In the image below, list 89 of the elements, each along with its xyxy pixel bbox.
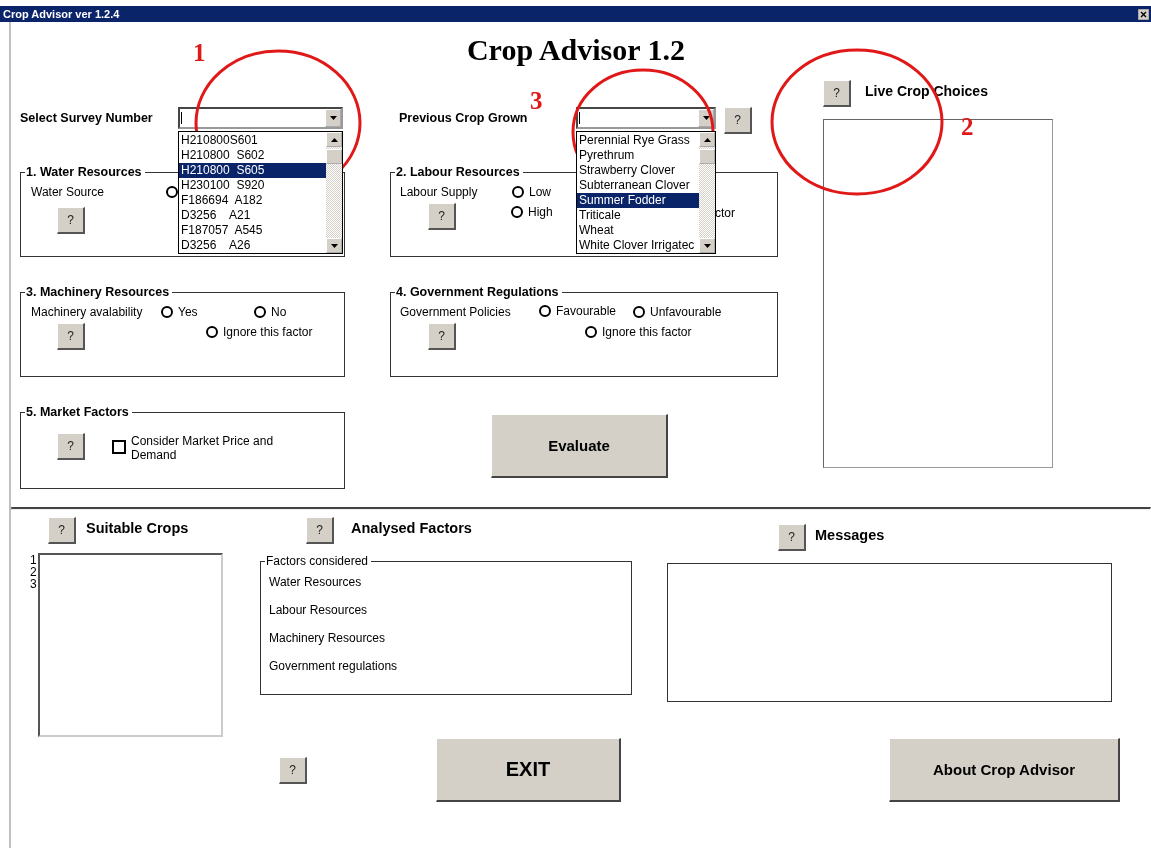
help-button[interactable]: ? (823, 80, 851, 107)
radio-button[interactable] (633, 306, 645, 318)
group-title: Factors considered (265, 554, 370, 568)
group-title: 3. Machinery Resources (25, 285, 171, 299)
up-arrow-icon (330, 137, 338, 142)
scrollbar[interactable] (699, 132, 715, 253)
help-button[interactable]: ? (724, 106, 752, 134)
help-button[interactable]: ? (57, 207, 85, 234)
radio-button[interactable] (539, 304, 551, 317)
annotation-number: 3 (530, 88, 543, 113)
field-label: Select Survey Number (20, 111, 154, 125)
list-item[interactable]: H210800 S605 (179, 163, 326, 178)
annotation-number: 1 (193, 40, 206, 65)
list-item[interactable]: D3256 A21 (179, 208, 326, 223)
help-button[interactable]: ? (306, 517, 334, 544)
radio-button[interactable] (161, 306, 173, 318)
help-button[interactable]: ? (778, 524, 806, 551)
rank-number: 1 (30, 554, 38, 566)
evaluate-button[interactable]: Evaluate (491, 414, 668, 478)
list-item[interactable]: H230100 S920 (179, 178, 326, 193)
radio-label: Low (529, 185, 551, 199)
list-item[interactable]: Triticale (577, 208, 699, 223)
section-title: Suitable Crops (86, 519, 189, 536)
checkbox-label: Consider Market Price and Demand (131, 434, 275, 462)
section-title: Analysed Factors (351, 519, 472, 536)
radio-button[interactable] (166, 186, 178, 198)
close-icon[interactable] (1138, 8, 1149, 20)
list-item[interactable]: Strawberry Clover (577, 163, 699, 178)
about-button[interactable]: About Crop Advisor (889, 738, 1120, 802)
radio-button[interactable] (206, 326, 218, 338)
window-title: Crop Advisor ver 1.2.4 (3, 8, 120, 20)
help-button[interactable]: ? (428, 203, 456, 230)
rank-number: 2 (30, 566, 38, 578)
list-item[interactable]: F186694 A182 (179, 193, 326, 208)
list-item[interactable]: Summer Fodder (577, 193, 699, 208)
group-title: 5. Market Factors (25, 405, 130, 419)
group-title: 2. Labour Resources (395, 165, 521, 179)
rank-number: 3 (30, 578, 38, 590)
list-item[interactable]: White Clover Irrigatec (577, 238, 699, 253)
field-label: Machinery avalability (31, 305, 144, 319)
list-item[interactable]: H210800S601 (179, 133, 326, 148)
exit-button[interactable]: EXIT (436, 738, 621, 802)
radio-label: ctor (715, 206, 736, 220)
radio-button[interactable] (512, 186, 524, 198)
field-label: Government Policies (400, 305, 512, 319)
list-item[interactable]: Perennial Rye Grass (577, 133, 699, 148)
help-button[interactable]: ? (57, 323, 85, 350)
help-button[interactable]: ? (279, 756, 307, 784)
radio-button[interactable] (585, 326, 597, 338)
radio-button[interactable] (254, 306, 266, 318)
radio-label: Favourable (556, 303, 617, 318)
crop-choices-list[interactable] (823, 119, 1053, 468)
list-item[interactable]: F187057 A545 (179, 223, 326, 238)
radio-label: Yes (178, 305, 198, 319)
down-arrow-icon (703, 243, 711, 248)
down-arrow-icon (329, 116, 337, 120)
list-item[interactable]: H210800 S602 (179, 148, 326, 163)
group-title: 4. Government Regulations (395, 285, 560, 299)
factor-label: Government regulations (269, 658, 399, 675)
group-title: 1. Water Resources (25, 165, 143, 179)
field-label: Previous Crop Grown (399, 111, 529, 125)
down-arrow-icon (330, 243, 338, 248)
field-label: Water Source (31, 185, 105, 199)
help-button[interactable]: ? (57, 433, 85, 460)
list-item[interactable]: D3256 A26 (179, 238, 326, 253)
suitable-crops-list[interactable] (38, 553, 223, 737)
list-item[interactable]: Wheat (577, 223, 699, 238)
radio-button[interactable] (511, 206, 523, 218)
factor-label: Water Resources (269, 574, 363, 591)
radio-label: No (271, 305, 287, 319)
section-title: Live Crop Choices (865, 82, 988, 99)
radio-label: Ignore this factor (223, 325, 313, 339)
annotation-number: 2 (961, 114, 974, 139)
section-title: Messages (815, 526, 885, 543)
factor-label: Labour Resources (269, 602, 369, 619)
up-arrow-icon (703, 137, 711, 142)
scrollbar[interactable] (326, 132, 342, 253)
help-button[interactable]: ? (48, 517, 76, 544)
radio-label: Ignore this factor (602, 325, 692, 339)
radio-label: High (528, 205, 553, 219)
radio-label: Unfavourable (650, 305, 722, 319)
help-button[interactable]: ? (428, 323, 456, 350)
field-label: Labour Supply (400, 185, 479, 199)
list-item[interactable]: Subterranean Clover (577, 178, 699, 193)
factor-label: Machinery Resources (269, 630, 387, 647)
app-heading: Crop Advisor 1.2 (466, 32, 686, 68)
down-arrow-icon (702, 116, 710, 120)
checkbox[interactable] (112, 440, 126, 454)
list-item[interactable]: Pyrethrum (577, 148, 699, 163)
